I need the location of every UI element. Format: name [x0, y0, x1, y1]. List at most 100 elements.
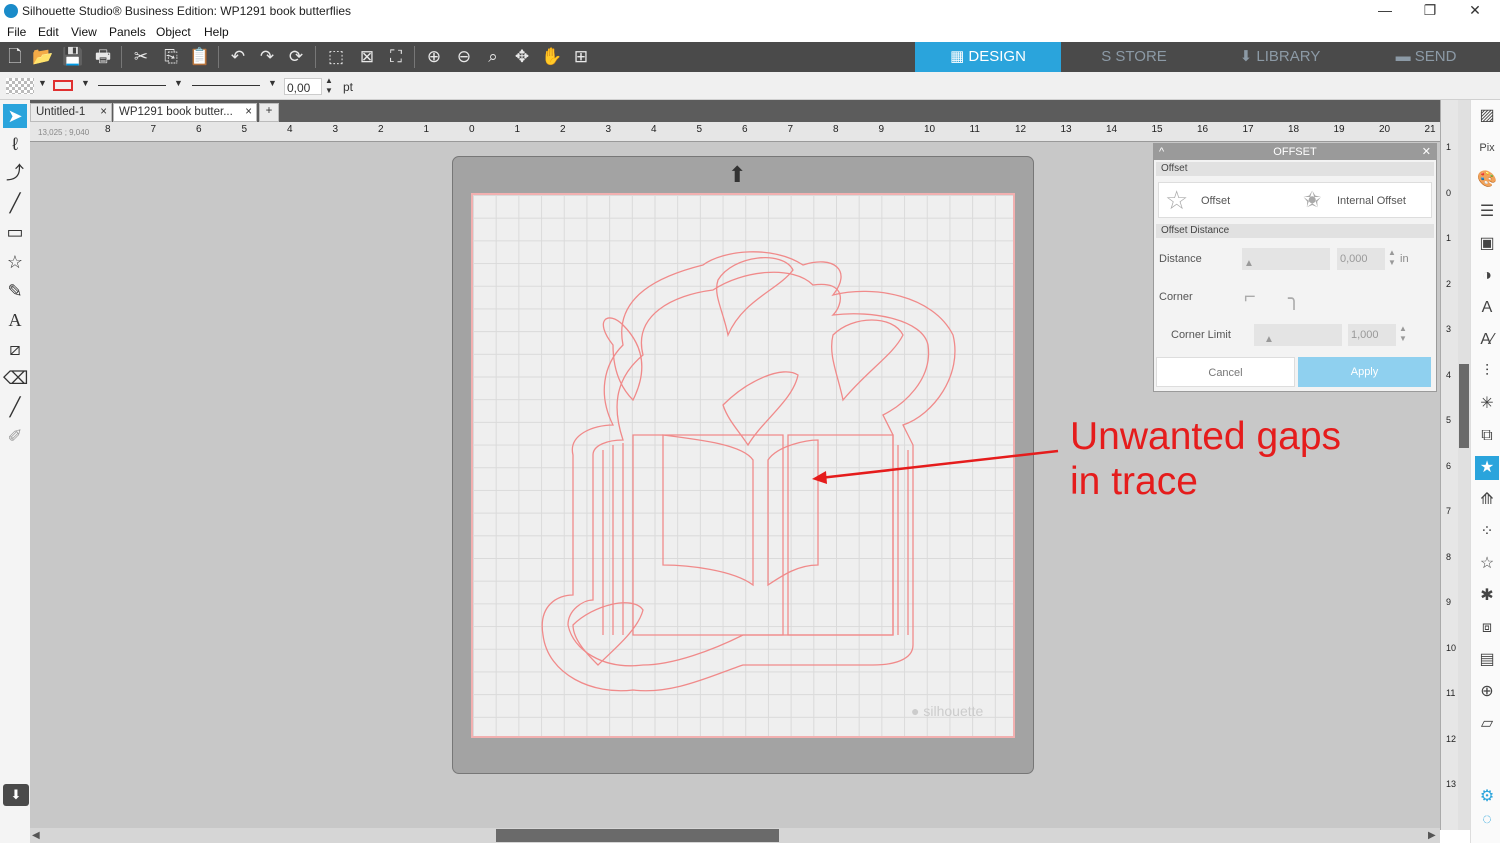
select-arrow-icon[interactable]: ➤ — [3, 104, 27, 128]
undo-icon[interactable]: ↶ — [227, 46, 249, 68]
paste-icon[interactable]: 📋 — [189, 46, 211, 68]
stepper-icon[interactable]: ▲ ▼ — [1388, 248, 1396, 268]
text-tool-icon[interactable]: A — [3, 308, 27, 332]
star-tool-icon[interactable]: ☆ — [3, 250, 27, 274]
corner-round-icon[interactable]: ╮ — [1288, 286, 1300, 311]
page-setup-icon[interactable]: ▨ — [1475, 104, 1499, 128]
fill-palette-icon[interactable]: 🎨 — [1475, 168, 1499, 192]
chevron-down-icon[interactable]: ▼ — [38, 78, 47, 88]
sync-icon[interactable]: ◌ — [1475, 808, 1499, 832]
copy-icon[interactable]: ⎘ — [160, 46, 182, 68]
horizontal-scrollbar[interactable]: ◀ ▶ — [30, 828, 1440, 843]
stepper-icon[interactable]: ▲ ▼ — [325, 76, 333, 96]
puzzle-icon[interactable]: ✱ — [1475, 584, 1499, 608]
corner-limit-slider[interactable]: ▲ — [1254, 324, 1342, 346]
tab-library[interactable]: ⬇ LIBRARY — [1207, 42, 1353, 72]
lasso-icon[interactable]: ℓ — [3, 132, 27, 156]
library-book-icon[interactable]: ▱ — [1475, 712, 1499, 736]
trace-icon[interactable]: ⟰ — [1475, 488, 1499, 512]
nesting-icon[interactable]: ⊕ — [1475, 680, 1499, 704]
offset-star-icon[interactable]: ★ — [1475, 456, 1499, 480]
eraser-icon[interactable]: ⌫ — [3, 366, 28, 390]
line-cap-select[interactable] — [192, 85, 260, 86]
close-tab-icon[interactable]: × — [100, 106, 107, 118]
hatch-icon[interactable]: ▤ — [1475, 648, 1499, 672]
line-style-select[interactable] — [98, 85, 166, 86]
sketch-icon[interactable]: ⁘ — [1475, 520, 1499, 544]
fill-pattern-icon[interactable]: ▣ — [1475, 232, 1499, 256]
minimize-button[interactable]: — — [1365, 2, 1405, 20]
menu-help[interactable]: Help — [204, 25, 229, 39]
move-arrows-icon[interactable]: ✥ — [511, 46, 533, 68]
chevron-down-icon[interactable]: ▼ — [81, 78, 90, 88]
save-icon[interactable]: 💾 — [62, 46, 84, 68]
tab-store[interactable]: S STORE — [1061, 42, 1207, 72]
zoom-in-icon[interactable]: ⊕ — [423, 46, 445, 68]
corner-limit-input[interactable]: 1,000 — [1348, 324, 1396, 346]
align-icon[interactable]: ⫶ — [1475, 360, 1499, 384]
point-edit-icon[interactable]: ⤴ — [3, 161, 27, 185]
close-panel-icon[interactable]: ✕ — [1422, 144, 1431, 160]
select-by-color-icon[interactable]: ⛶ — [385, 46, 407, 68]
zoom-out-icon[interactable]: ⊖ — [453, 46, 475, 68]
stepper-icon[interactable]: ▲ ▼ — [1399, 324, 1407, 344]
zoom-selection-icon[interactable]: ⌕ — [482, 46, 504, 68]
refresh-icon[interactable]: ⟳ — [285, 46, 307, 68]
close-tab-icon[interactable]: × — [245, 106, 252, 118]
panel-header[interactable]: ^ OFFSET ✕ — [1154, 144, 1436, 160]
scroll-thumb[interactable] — [1459, 364, 1469, 448]
pan-hand-icon[interactable]: ✋ — [541, 46, 563, 68]
menu-view[interactable]: View — [71, 25, 97, 39]
tab-send[interactable]: ▬ SEND — [1353, 42, 1499, 72]
edit-box-icon[interactable]: ⧄ — [3, 337, 27, 361]
scroll-left-icon[interactable]: ◀ — [32, 830, 40, 841]
import-icon[interactable]: ⬇ — [3, 784, 29, 806]
scroll-right-icon[interactable]: ▶ — [1428, 830, 1436, 841]
pencil-icon[interactable]: ✎ — [3, 279, 27, 303]
line-width-input[interactable]: 0,00 — [284, 78, 322, 95]
eyedropper-icon[interactable]: ✐ — [3, 424, 27, 448]
collapse-icon[interactable]: ^ — [1159, 144, 1164, 160]
fit-page-icon[interactable]: ⊞ — [570, 46, 592, 68]
line-style-icon[interactable]: ☰ — [1475, 200, 1499, 224]
cancel-button[interactable]: Cancel — [1156, 357, 1295, 387]
knife-icon[interactable]: ╱ — [3, 395, 27, 419]
settings-gear-icon[interactable]: ⚙ — [1475, 785, 1499, 809]
vertical-scrollbar[interactable] — [1458, 100, 1470, 830]
star-inner-icon[interactable]: ✬ — [1303, 187, 1321, 213]
corner-sharp-icon[interactable]: ⌐ — [1244, 286, 1256, 309]
tab-untitled-1[interactable]: Untitled-1 × — [30, 103, 112, 122]
text-path-icon[interactable]: A⁄ — [1475, 328, 1499, 352]
transform-icon[interactable]: ✳ — [1475, 392, 1499, 416]
add-tab-button[interactable]: + — [259, 103, 279, 122]
tab-wp1291[interactable]: WP1291 book butter... × — [113, 103, 257, 122]
line-tool-icon[interactable]: ╱ — [3, 191, 27, 215]
new-document-icon[interactable]: 🗋 — [4, 46, 26, 68]
cut-icon[interactable]: ✂ — [130, 46, 152, 68]
layers-icon[interactable]: ⧈ — [1475, 616, 1499, 640]
distance-slider[interactable]: ▲ — [1242, 248, 1330, 270]
distance-input[interactable]: 0,000 — [1337, 248, 1385, 270]
chevron-down-icon[interactable]: ▼ — [174, 78, 183, 88]
close-window-button[interactable]: ✕ — [1455, 2, 1495, 20]
line-color-swatch[interactable] — [53, 80, 73, 91]
menu-panels[interactable]: Panels — [109, 25, 146, 39]
tab-design[interactable]: ▦ DESIGN — [915, 42, 1061, 72]
contrast-icon[interactable]: ◑ — [1475, 264, 1499, 288]
menu-edit[interactable]: Edit — [38, 25, 59, 39]
star-outline-icon[interactable]: ☆ — [1165, 185, 1188, 216]
text-style-icon[interactable]: A — [1475, 296, 1499, 320]
replicate-icon[interactable]: ⧉ — [1475, 424, 1499, 448]
print-icon[interactable]: 🖶 — [92, 46, 114, 68]
favorites-star-icon[interactable]: ☆ — [1475, 552, 1499, 576]
deselect-icon[interactable]: ⊠ — [356, 46, 378, 68]
open-folder-icon[interactable]: 📂 — [32, 46, 54, 68]
menu-file[interactable]: File — [7, 25, 26, 39]
menu-object[interactable]: Object — [156, 25, 191, 39]
apply-button[interactable]: Apply — [1298, 357, 1431, 387]
chevron-down-icon[interactable]: ▼ — [268, 78, 277, 88]
internal-offset-option[interactable]: Internal Offset — [1337, 195, 1406, 207]
fill-swatch[interactable] — [6, 78, 34, 94]
scroll-thumb[interactable] — [496, 829, 779, 842]
offset-option[interactable]: Offset — [1201, 195, 1230, 207]
